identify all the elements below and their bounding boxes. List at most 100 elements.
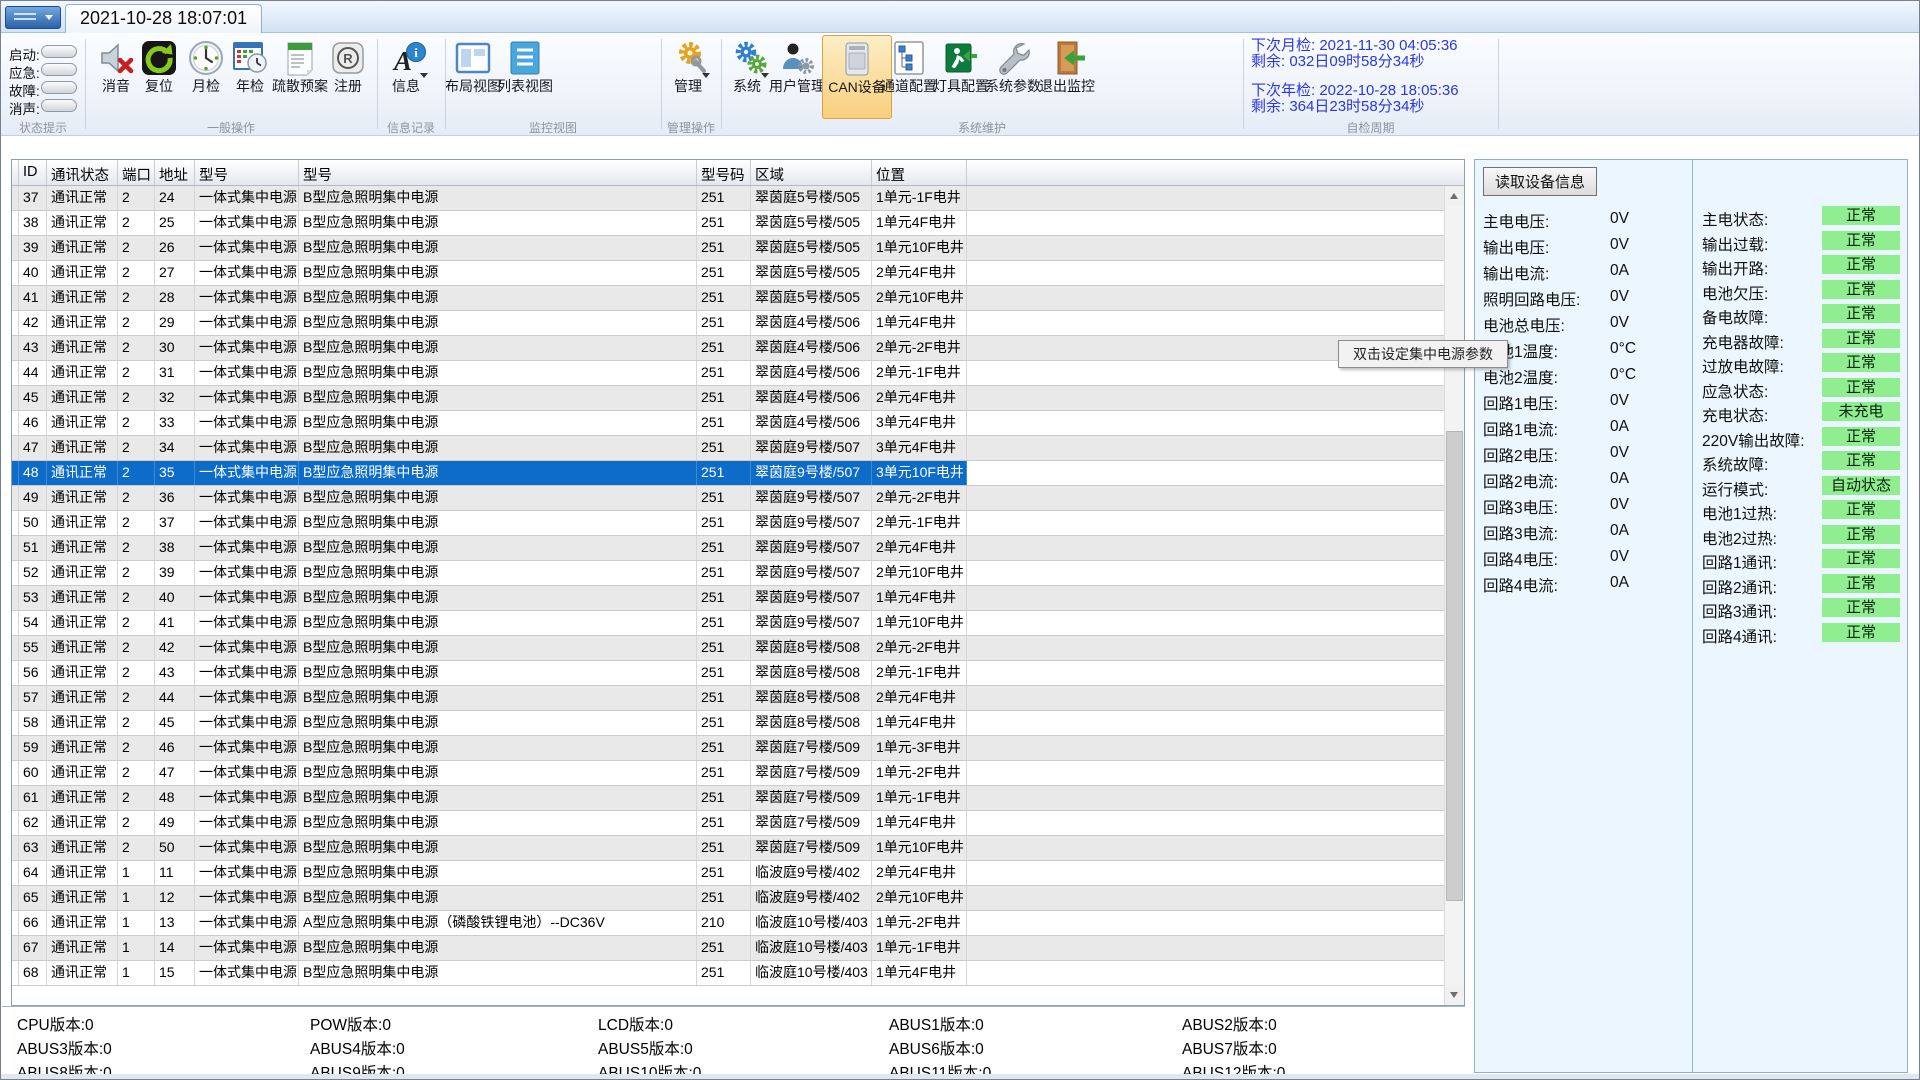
table-cell: 翠茵庭7号楼/509 (751, 836, 872, 860)
column-header[interactable]: 端口 (118, 160, 155, 185)
measurement-value: 0A (1610, 418, 1629, 436)
column-header[interactable]: 型号 (195, 160, 299, 185)
table-cell: 翠茵庭5号楼/505 (751, 211, 872, 235)
table-cell: 45 (19, 386, 47, 410)
scrollbar-thumb[interactable] (1446, 431, 1463, 901)
column-header[interactable]: 型号码 (697, 160, 751, 185)
table-row[interactable]: 54通讯正常241一体式集中电源B型应急照明集中电源251翠茵庭9号楼/5071… (12, 611, 1444, 636)
table-row[interactable]: 64通讯正常111一体式集中电源B型应急照明集中电源251临波庭9号楼/4022… (12, 861, 1444, 886)
table-row[interactable]: 66通讯正常113一体式集中电源A型应急照明集中电源（磷酸铁锂电池）--DC36… (12, 911, 1444, 936)
table-cell: 251 (697, 836, 751, 860)
toolbar-button-info[interactable]: Ai信息 (384, 37, 436, 96)
table-row[interactable]: 43通讯正常230一体式集中电源B型应急照明集中电源251翠茵庭4号楼/5062… (12, 336, 1444, 361)
table-row[interactable]: 51通讯正常238一体式集中电源B型应急照明集中电源251翠茵庭9号楼/5072… (12, 536, 1444, 561)
status-row: 输出开路:正常 (1702, 257, 1907, 279)
table-row[interactable]: 37通讯正常224一体式集中电源B型应急照明集中电源251翠茵庭5号楼/5051… (12, 186, 1444, 211)
table-cell: 251 (697, 861, 751, 885)
column-header[interactable]: 区域 (751, 160, 872, 185)
table-row[interactable]: 40通讯正常227一体式集中电源B型应急照明集中电源251翠茵庭5号楼/5052… (12, 261, 1444, 286)
table-row[interactable]: 58通讯正常245一体式集中电源B型应急照明集中电源251翠茵庭8号楼/5081… (12, 711, 1444, 736)
table-scrollbar[interactable] (1444, 186, 1464, 1005)
table-row[interactable]: 68通讯正常115一体式集中电源B型应急照明集中电源251临波庭10号楼/403… (12, 961, 1444, 986)
table-cell: 2 (118, 411, 155, 435)
table-row[interactable]: 52通讯正常239一体式集中电源B型应急照明集中电源251翠茵庭9号楼/5072… (12, 561, 1444, 586)
status-light-indicator (41, 81, 77, 94)
row-spacer (12, 436, 19, 460)
tab-datetime[interactable]: 2021-10-28 18:07:01 (65, 4, 262, 33)
table-cell: 1单元4F电井 (872, 211, 967, 235)
table-row[interactable]: 56通讯正常243一体式集中电源B型应急照明集中电源251翠茵庭8号楼/5082… (12, 661, 1444, 686)
table-cell: 251 (697, 886, 751, 910)
table-row[interactable]: 45通讯正常232一体式集中电源B型应急照明集中电源251翠茵庭4号楼/5062… (12, 386, 1444, 411)
toolbar-button-reset[interactable]: 复位 (133, 37, 185, 96)
table-row[interactable]: 55通讯正常242一体式集中电源B型应急照明集中电源251翠茵庭8号楼/5082… (12, 636, 1444, 661)
table-cell: 2 (118, 686, 155, 710)
table-cell: 2 (118, 611, 155, 635)
toolbar-group-separator (1243, 39, 1244, 129)
toolbar-button-manage[interactable]: 管理 (666, 37, 718, 96)
table-cell: B型应急照明集中电源 (299, 661, 697, 685)
toolbar-group-separator (445, 39, 446, 129)
table-cell: B型应急照明集中电源 (299, 286, 697, 310)
table-row[interactable]: 63通讯正常250一体式集中电源B型应急照明集中电源251翠茵庭7号楼/5091… (12, 836, 1444, 861)
toolbar-button-user[interactable]: 用户管理 (763, 37, 831, 96)
table-row[interactable]: 47通讯正常234一体式集中电源B型应急照明集中电源251翠茵庭9号楼/5073… (12, 436, 1444, 461)
table-row[interactable]: 61通讯正常248一体式集中电源B型应急照明集中电源251翠茵庭7号楼/5091… (12, 786, 1444, 811)
table-cell: 32 (155, 386, 195, 410)
menu-button[interactable] (5, 6, 61, 29)
table-cell: 67 (19, 936, 47, 960)
status-light-indicator (41, 63, 77, 76)
scrollbar-up-button[interactable] (1445, 186, 1464, 206)
column-header[interactable]: 地址 (155, 160, 195, 185)
table-cell: 翠茵庭4号楼/506 (751, 311, 872, 335)
table-row[interactable]: 49通讯正常236一体式集中电源B型应急照明集中电源251翠茵庭9号楼/5072… (12, 486, 1444, 511)
column-header[interactable]: 位置 (872, 160, 967, 185)
measurement-row: 回路1电流:0A (1483, 418, 1688, 440)
table-cell: 2单元-2F电井 (872, 486, 967, 510)
table-row[interactable]: 44通讯正常231一体式集中电源B型应急照明集中电源251翠茵庭4号楼/5062… (12, 361, 1444, 386)
table-cell: 通讯正常 (47, 361, 118, 385)
table-row[interactable]: 42通讯正常229一体式集中电源B型应急照明集中电源251翠茵庭4号楼/5061… (12, 311, 1444, 336)
status-label: 电池欠压: (1702, 286, 1768, 303)
toolbar-button-register[interactable]: R注册 (322, 37, 374, 96)
table-row[interactable]: 60通讯正常247一体式集中电源B型应急照明集中电源251翠茵庭7号楼/5091… (12, 761, 1444, 786)
row-spacer (12, 636, 19, 660)
table-row[interactable]: 53通讯正常240一体式集中电源B型应急照明集中电源251翠茵庭9号楼/5071… (12, 586, 1444, 611)
measurement-label: 回路4电压: (1483, 552, 1558, 569)
table-row[interactable]: 39通讯正常226一体式集中电源B型应急照明集中电源251翠茵庭5号楼/5051… (12, 236, 1444, 261)
column-header[interactable]: ID (19, 160, 47, 185)
toolbar-button-list[interactable]: 列表视图 (492, 37, 558, 96)
status-row: 充电状态:未充电 (1702, 404, 1907, 426)
table-row[interactable]: 57通讯正常244一体式集中电源B型应急照明集中电源251翠茵庭8号楼/5082… (12, 686, 1444, 711)
table-cell: 一体式集中电源 (195, 186, 299, 210)
table-row[interactable]: 41通讯正常228一体式集中电源B型应急照明集中电源251翠茵庭5号楼/5052… (12, 286, 1444, 311)
version-item: POW版本:0 (310, 1013, 391, 1035)
table-cell: 翠茵庭9号楼/507 (751, 561, 872, 585)
table-cell: 2单元10F电井 (872, 286, 967, 310)
table-cell: 251 (697, 386, 751, 410)
table-cell: 翠茵庭4号楼/506 (751, 336, 872, 360)
column-header[interactable]: 通讯状态 (47, 160, 118, 185)
table-row[interactable]: 62通讯正常249一体式集中电源B型应急照明集中电源251翠茵庭7号楼/5091… (12, 811, 1444, 836)
table-cell: 2 (118, 536, 155, 560)
table-row[interactable]: 38通讯正常225一体式集中电源B型应急照明集中电源251翠茵庭5号楼/5051… (12, 211, 1444, 236)
column-header-filler (967, 160, 1464, 185)
table-cell: B型应急照明集中电源 (299, 936, 697, 960)
table-row[interactable]: 46通讯正常233一体式集中电源B型应急照明集中电源251翠茵庭4号楼/5063… (12, 411, 1444, 436)
table-row[interactable]: 65通讯正常112一体式集中电源B型应急照明集中电源251临波庭9号楼/4022… (12, 886, 1444, 911)
layout-view-icon (454, 39, 492, 77)
table-row[interactable]: 59通讯正常246一体式集中电源B型应急照明集中电源251翠茵庭7号楼/5091… (12, 736, 1444, 761)
status-label: 回路4通讯: (1702, 629, 1777, 646)
read-device-info-button[interactable]: 读取设备信息 (1483, 167, 1597, 196)
column-header[interactable]: 型号 (299, 160, 697, 185)
table-row[interactable]: 48通讯正常235一体式集中电源B型应急照明集中电源251翠茵庭9号楼/5073… (12, 461, 1444, 486)
table-cell: 37 (19, 186, 47, 210)
toolbar: 状态提示 一般操作 信息记录 监控视图 管理操作 系统维护 自检周期 启动:应急… (1, 33, 1919, 136)
scrollbar-down-button[interactable] (1445, 985, 1464, 1005)
table-row[interactable]: 67通讯正常114一体式集中电源B型应急照明集中电源251临波庭10号楼/403… (12, 936, 1444, 961)
table-row[interactable]: 50通讯正常237一体式集中电源B型应急照明集中电源251翠茵庭9号楼/5072… (12, 511, 1444, 536)
table-cell: 38 (19, 211, 47, 235)
table-cell: 临波庭10号楼/403 (751, 961, 872, 985)
toolbar-button-exit[interactable]: 退出监控 (1033, 37, 1101, 96)
toolbar-button-label: 退出监控 (1039, 78, 1095, 94)
